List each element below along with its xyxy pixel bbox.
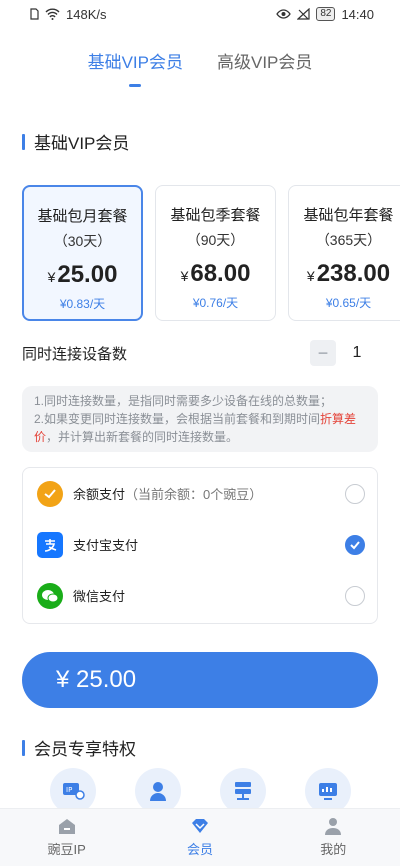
- package-name: 基础包年套餐: [303, 207, 394, 224]
- package-duration: （365天）: [315, 232, 382, 248]
- vip-tabs: 基础VIP会员 高级VIP会员: [0, 48, 400, 87]
- svg-text:IP: IP: [66, 786, 72, 794]
- tab-premium-vip-label: 高级VIP会员: [217, 53, 313, 72]
- package-name: 基础包季套餐: [170, 207, 261, 224]
- section-accent-bar: [22, 739, 25, 756]
- status-right: 82 14:40: [276, 7, 374, 22]
- nav-member-label: 会员: [186, 842, 213, 857]
- currency-symbol: ¥: [306, 268, 315, 284]
- notice-line-2: 2.如果变更同时连接数量，会根据当前套餐和到期时间折算差价，并计算出新套餐的同时…: [34, 410, 366, 446]
- section-title-basic-vip: 基础VIP会员: [22, 129, 129, 154]
- radio-alipay[interactable]: [345, 534, 365, 555]
- price-value: 25.00: [57, 261, 118, 288]
- radio-balance[interactable]: [345, 483, 365, 504]
- nav-profile[interactable]: 我的: [288, 809, 378, 866]
- wechat-icon: [37, 582, 63, 609]
- device-count-label: 同时连接设备数: [22, 345, 128, 363]
- status-bar: 148K/s 82 14:40: [0, 0, 400, 28]
- package-track: 基础包月套餐 （30天） ¥ 25.00 ¥0.83/天 基础包季套餐 （90天…: [22, 185, 400, 321]
- nav-home-label: 豌豆IP: [47, 842, 86, 857]
- payment-name: 微信支付: [73, 589, 126, 604]
- currency-symbol: ¥: [47, 269, 56, 285]
- perks-row: IP: [0, 768, 400, 814]
- nav-member[interactable]: 会员: [155, 809, 245, 866]
- eye-icon: [276, 9, 292, 19]
- price-value: 238.00: [316, 260, 391, 287]
- package-daily-price: ¥0.76/天: [192, 296, 239, 310]
- pay-button[interactable]: ¥ 25.00: [22, 652, 378, 708]
- tab-basic-vip-label: 基础VIP会员: [87, 53, 183, 72]
- payment-name: 支付宝支付: [73, 538, 139, 553]
- tab-premium-vip[interactable]: 高级VIP会员: [217, 48, 312, 85]
- active-tab-indicator: [129, 84, 142, 87]
- package-carousel[interactable]: 基础包月套餐 （30天） ¥ 25.00 ¥0.83/天 基础包季套餐 （90天…: [22, 185, 400, 323]
- payment-option-wechat[interactable]: 微信支付: [23, 570, 377, 621]
- section-title-perks: 会员专享特权: [22, 735, 136, 760]
- notice-line-1: 1.同时连接数量，是指同时需要多少设备在线的总数量；: [34, 394, 333, 408]
- package-price: ¥ 25.00: [48, 261, 118, 289]
- section-title-text: 会员专享特权: [34, 740, 136, 759]
- payment-label: 支付宝支付: [73, 535, 345, 554]
- payment-option-alipay[interactable]: 支付宝支付: [23, 519, 377, 570]
- device-count-row: 同时连接设备数 − 1: [22, 340, 362, 366]
- device-count-notice: 1.同时连接数量，是指同时需要多少设备在线的总数量； 2.如果变更同时连接数量，…: [22, 386, 378, 452]
- notice-line-2-start: 2.如果变更同时连接数量，会根据当前套餐和到期时间: [34, 412, 321, 426]
- section-accent-bar: [22, 133, 25, 150]
- user-icon: [325, 818, 342, 835]
- price-value: 68.00: [190, 260, 251, 287]
- payment-name: 余额支付: [73, 487, 126, 502]
- balance-icon: [37, 480, 63, 507]
- package-card-yearly[interactable]: 基础包年套餐 （365天） ¥ 238.00 ¥0.65/天: [288, 185, 400, 321]
- device-count-stepper: − 1: [310, 340, 362, 366]
- payment-methods: 余额支付（当前余额：0个豌豆） 支付宝支付 微信支付: [22, 467, 378, 624]
- nav-home[interactable]: 豌豆IP: [22, 809, 112, 866]
- notice-line-2-end: ，并计算出新套餐的同时连接数量。: [46, 430, 239, 444]
- package-duration: （90天）: [186, 232, 245, 248]
- payment-label: 微信支付: [73, 586, 345, 605]
- package-card-quarterly[interactable]: 基础包季套餐 （90天） ¥ 68.00 ¥0.76/天: [155, 185, 276, 321]
- check-icon: [350, 540, 360, 549]
- package-price: ¥ 68.00: [181, 260, 251, 288]
- decrement-button[interactable]: −: [310, 340, 336, 366]
- home-icon: [58, 819, 75, 834]
- signal-off-icon: [297, 8, 310, 20]
- sim-icon: [30, 8, 39, 20]
- balance-info: （当前余额：0个豌豆）: [125, 487, 263, 502]
- payment-option-balance[interactable]: 余额支付（当前余额：0个豌豆）: [23, 468, 377, 519]
- package-daily-price: ¥0.65/天: [325, 296, 372, 310]
- bottom-nav: 豌豆IP 会员 我的: [0, 808, 400, 866]
- radio-wechat[interactable]: [345, 585, 365, 606]
- package-name: 基础包月套餐: [37, 208, 128, 225]
- alipay-icon: [37, 531, 63, 558]
- clock: 14:40: [341, 6, 374, 22]
- package-price: ¥ 238.00: [307, 260, 390, 288]
- payment-label: 余额支付（当前余额：0个豌豆）: [73, 484, 345, 503]
- battery-level: 82: [316, 7, 336, 21]
- diamond-icon: [191, 819, 208, 833]
- package-daily-price: ¥0.83/天: [59, 297, 106, 311]
- currency-symbol: ¥: [180, 268, 189, 284]
- status-left: 148K/s: [30, 7, 106, 22]
- network-speed: 148K/s: [66, 6, 107, 22]
- device-count-value: 1: [352, 344, 362, 361]
- tab-basic-vip[interactable]: 基础VIP会员: [87, 48, 183, 87]
- wifi-icon: [45, 8, 60, 20]
- section-title-text: 基础VIP会员: [34, 134, 130, 153]
- package-card-monthly[interactable]: 基础包月套餐 （30天） ¥ 25.00 ¥0.83/天: [22, 185, 143, 321]
- package-duration: （30天）: [53, 233, 112, 249]
- nav-profile-label: 我的: [320, 842, 347, 857]
